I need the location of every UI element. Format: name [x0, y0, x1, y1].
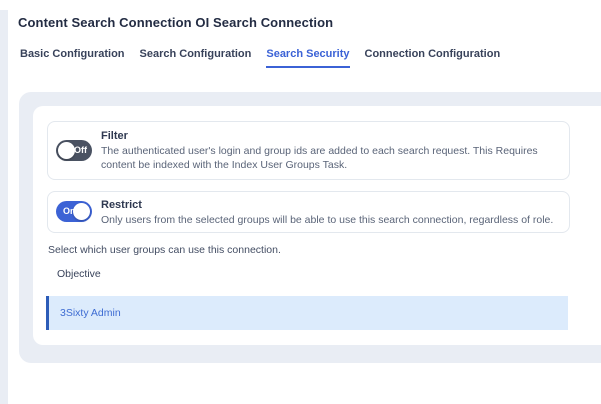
restrict-toggle-text: Restrict Only users from the selected gr…: [101, 199, 563, 227]
tab-search-configuration[interactable]: Search Configuration: [140, 48, 252, 68]
filter-toggle-text: Filter The authenticated user's login an…: [101, 130, 563, 172]
filter-toggle[interactable]: Off: [56, 140, 92, 161]
restrict-description: Only users from the selected groups will…: [101, 213, 563, 227]
restrict-toggle[interactable]: On: [56, 201, 92, 222]
column-header-objective: Objective: [57, 268, 101, 280]
page-background-strip: [0, 10, 8, 404]
toggle-knob: [73, 203, 90, 220]
filter-description: The authenticated user's login and group…: [101, 144, 563, 172]
filter-toggle-card: Off Filter The authenticated user's logi…: [47, 121, 570, 180]
filter-title: Filter: [101, 130, 563, 142]
toggle-state-label: Off: [74, 140, 87, 161]
tab-bar: Basic Configuration Search Configuration…: [20, 48, 500, 68]
group-row-label: 3Sixty Admin: [60, 307, 121, 319]
toggle-state-label: On: [63, 201, 76, 222]
restrict-toggle-card: On Restrict Only users from the selected…: [47, 191, 570, 233]
restrict-title: Restrict: [101, 199, 563, 211]
tab-search-security[interactable]: Search Security: [266, 48, 349, 68]
group-select-instruction: Select which user groups can use this co…: [48, 244, 281, 256]
toggle-knob: [58, 142, 75, 159]
tab-basic-configuration[interactable]: Basic Configuration: [20, 48, 125, 68]
page-title: Content Search Connection OI Search Conn…: [18, 15, 333, 30]
group-row-3sixty-admin[interactable]: 3Sixty Admin: [46, 296, 568, 330]
tab-connection-configuration[interactable]: Connection Configuration: [365, 48, 501, 68]
